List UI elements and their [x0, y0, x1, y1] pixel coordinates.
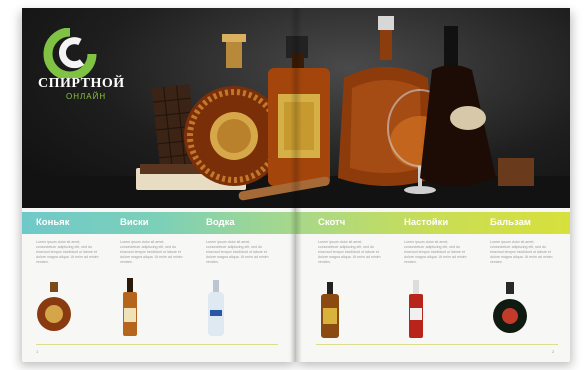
- brand-tagline: ОНЛАЙН: [66, 92, 107, 101]
- divider-line: [316, 344, 558, 345]
- cognac-bottle-icon: [37, 282, 71, 331]
- category-band: [22, 212, 570, 234]
- category-title-balsam: Бальзам: [490, 217, 531, 228]
- category-description: Lorem ipsum dolor sit amet, consectetuer…: [490, 240, 553, 264]
- category-title-cognac: Коньяк: [36, 217, 70, 228]
- category-description: Lorem ipsum dolor sit amet, consectetuer…: [318, 240, 381, 264]
- category-description: Lorem ipsum dolor sit amet, consectetuer…: [36, 240, 99, 264]
- category-title-tinctures: Настойки: [404, 217, 449, 228]
- hero-photo: СПИРТНОЙ ОНЛАЙН: [22, 8, 570, 208]
- logo-icon: [43, 28, 97, 78]
- page-number-left: 1: [36, 349, 39, 354]
- magazine-spread: СПИРТНОЙ ОНЛАЙН Коньяк Виски Водка Скотч…: [22, 8, 570, 362]
- page-number-right: 2: [552, 349, 555, 354]
- square-bottle-icon: [268, 36, 330, 186]
- category-description: Lorem ipsum dolor sit amet, consectetuer…: [206, 240, 269, 264]
- balsam-bottle-icon: [493, 282, 527, 333]
- category-title-whisky: Виски: [120, 217, 149, 228]
- category-description: Lorem ipsum dolor sit amet, consectetuer…: [404, 240, 467, 264]
- category-title-vodka: Водка: [206, 217, 235, 228]
- brand-name: СПИРТНОЙ: [38, 76, 125, 91]
- category-description: Lorem ipsum dolor sit amet, consectetuer…: [120, 240, 183, 264]
- scotch-bottle-icon: [321, 282, 339, 338]
- whisky-bottle-icon: [123, 278, 137, 336]
- category-title-scotch: Скотч: [318, 217, 346, 228]
- bottles-illustration: [22, 16, 570, 208]
- dark-bottle-icon: [420, 26, 534, 186]
- divider-line: [36, 344, 278, 345]
- vodka-bottle-icon: [208, 280, 224, 336]
- tincture-bottle-icon: [409, 280, 423, 338]
